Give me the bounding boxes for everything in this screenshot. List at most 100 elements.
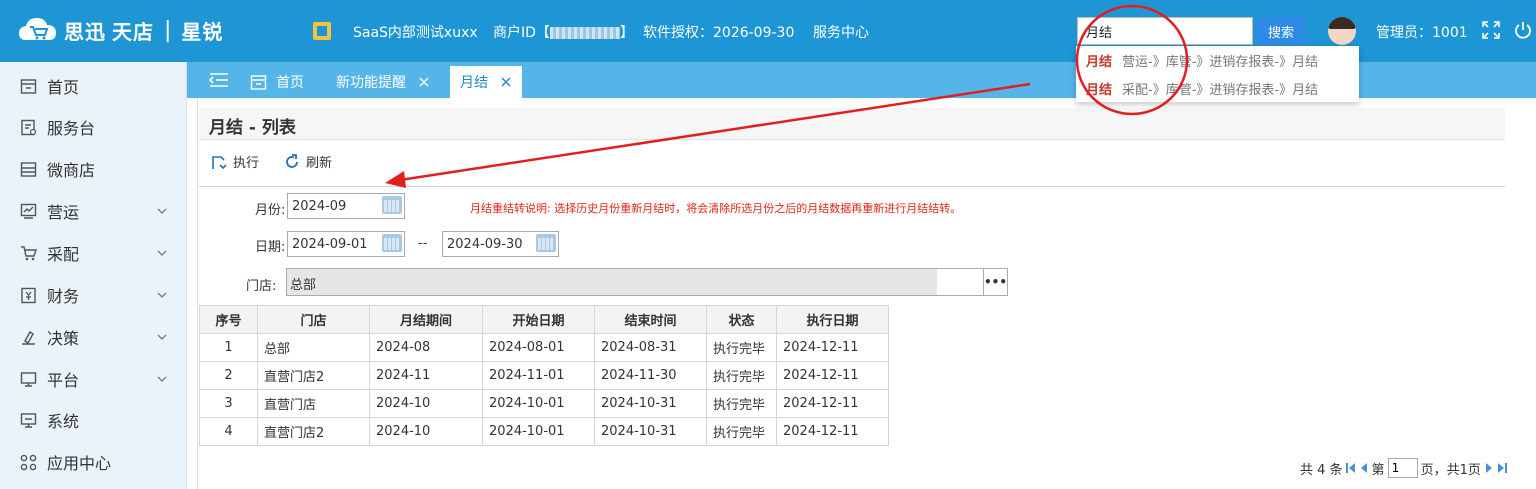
- col-header[interactable]: 结束时间: [594, 305, 707, 334]
- suggestion-key: 月结: [1086, 82, 1113, 98]
- cart-icon: [21, 245, 37, 260]
- refresh-icon: [286, 153, 298, 168]
- cell-start: 2024-08-01: [482, 333, 595, 362]
- page-title: 月结 - 列表: [199, 108, 1505, 140]
- company-name: SaaS内部测试xuxx: [353, 25, 478, 41]
- sidebar-item-system[interactable]: 系统: [0, 399, 187, 441]
- merchant-id-label: 商户ID【: [493, 25, 550, 41]
- menu-search-input[interactable]: [1077, 17, 1253, 45]
- sidebar-item-finance[interactable]: 财务: [0, 274, 187, 316]
- service-center-link[interactable]: 服务中心: [813, 22, 869, 42]
- search-suggestions: 月结 营运-》库管-》进销存报表-》月结 月结 采配-》库管-》进销存报表-》月结: [1076, 46, 1359, 102]
- store-picker-button[interactable]: •••: [983, 269, 1007, 295]
- last-page-icon[interactable]: [1497, 462, 1507, 474]
- col-header[interactable]: 状态: [706, 305, 777, 334]
- table-row[interactable]: 1 总部 2024-08 2024-08-01 2024-08-31 执行完毕 …: [199, 333, 889, 362]
- sidebar-item-purchase[interactable]: 采配: [0, 232, 187, 274]
- sidebar-item-operations[interactable]: 营运: [0, 190, 187, 232]
- search-button[interactable]: 搜索: [1256, 17, 1306, 45]
- tab-label: 首页: [276, 75, 304, 91]
- sidebar-item-decision[interactable]: 决策: [0, 316, 187, 358]
- sidebar-item-label: 采配: [47, 245, 80, 264]
- execute-button[interactable]: 执行: [211, 152, 259, 171]
- brand-sub: 天店: [112, 19, 154, 44]
- cell-end: 2024-10-31: [594, 417, 707, 446]
- sidebar-item-home[interactable]: 首页: [0, 65, 187, 107]
- sidebar-item-shop[interactable]: 微商店: [0, 148, 187, 190]
- calendar-icon[interactable]: [382, 196, 402, 214]
- suggestion-path: 采配-》库管-》进销存报表-》月结: [1122, 82, 1319, 98]
- cell-status: 执行完毕: [706, 417, 777, 446]
- chevron-down-icon: [157, 334, 167, 340]
- tab-month-close[interactable]: 月结: [450, 66, 522, 98]
- merchant-id-masked: [549, 27, 620, 39]
- calendar-icon[interactable]: [536, 234, 556, 252]
- cell-start: 2024-10-01: [482, 417, 595, 446]
- menu-toggle-icon[interactable]: [209, 72, 229, 88]
- date-label: 日期:: [255, 240, 286, 255]
- cell-period: 2024-11: [369, 361, 483, 390]
- sidebar-item-label: 平台: [47, 371, 80, 390]
- store-field[interactable]: 总部 •••: [286, 268, 1008, 296]
- pager-suffix: 页，共1页: [1420, 462, 1481, 478]
- power-icon[interactable]: [1514, 21, 1532, 39]
- prev-page-icon[interactable]: [1359, 462, 1369, 474]
- cell-period: 2024-10: [369, 389, 483, 418]
- table-row[interactable]: 3 直营门店 2024-10 2024-10-01 2024-10-31 执行完…: [199, 389, 889, 418]
- suggestion-item[interactable]: 月结 采配-》库管-》进销存报表-》月结: [1076, 74, 1359, 102]
- col-header[interactable]: 执行日期: [776, 305, 889, 334]
- cell-period: 2024-08: [369, 333, 483, 362]
- sidebar-item-label: 财务: [47, 287, 80, 306]
- admin-user[interactable]: 管理员：1001: [1376, 22, 1468, 42]
- col-header[interactable]: 序号: [199, 305, 258, 334]
- table-header-row: 序号 门店 月结期间 开始日期 结束时间 状态 执行日期: [199, 305, 889, 334]
- cell-store: 总部: [257, 333, 370, 362]
- cell-index: 1: [199, 333, 258, 362]
- first-page-icon[interactable]: [1345, 462, 1356, 474]
- sidebar-item-service-desk[interactable]: 服务台: [0, 106, 187, 148]
- execute-icon: [212, 155, 227, 169]
- chevron-down-icon: [157, 376, 167, 382]
- col-header[interactable]: 月结期间: [369, 305, 483, 334]
- cell-exec-date: 2024-12-11: [776, 417, 889, 446]
- sidebar-item-label: 首页: [47, 78, 80, 97]
- cloud-cart-icon: [19, 18, 56, 40]
- sidebar-item-apps[interactable]: 应用中心: [0, 441, 187, 483]
- cell-status: 执行完毕: [706, 361, 777, 390]
- fullscreen-icon[interactable]: [1482, 21, 1500, 39]
- qr-code-icon[interactable]: [313, 22, 331, 40]
- calendar-icon[interactable]: [382, 234, 402, 252]
- col-header[interactable]: 门店: [257, 305, 370, 334]
- home-icon: [250, 74, 267, 90]
- next-page-icon[interactable]: [1484, 462, 1494, 474]
- brand-name: 思迅: [64, 19, 106, 44]
- pagination: 共 4 条 第 页，共1页: [1300, 458, 1507, 478]
- decision-icon: [22, 330, 35, 345]
- tab-new-features[interactable]: 新功能提醒: [336, 66, 430, 98]
- merchant-id-close: 】: [619, 25, 634, 41]
- avatar[interactable]: [1328, 17, 1356, 45]
- cell-start: 2024-11-01: [482, 361, 595, 390]
- tab-label: 月结: [460, 75, 488, 91]
- suggestion-item[interactable]: 月结 营运-》库管-》进销存报表-》月结: [1076, 46, 1359, 74]
- table-row[interactable]: 2 直营门店2 2024-11 2024-11-01 2024-11-30 执行…: [199, 361, 889, 390]
- cell-store: 直营门店2: [257, 417, 370, 446]
- sidebar-item-platform[interactable]: 平台: [0, 358, 187, 400]
- col-header[interactable]: 开始日期: [482, 305, 595, 334]
- page-number-input[interactable]: [1387, 458, 1418, 478]
- suggestion-key: 月结: [1086, 54, 1113, 70]
- cell-index: 2: [199, 361, 258, 390]
- refresh-button[interactable]: 刷新: [284, 152, 332, 171]
- table-row[interactable]: 4 直营门店2 2024-10 2024-10-01 2024-10-31 执行…: [199, 417, 889, 446]
- close-icon[interactable]: [500, 76, 512, 88]
- brand-divider: |: [164, 17, 172, 43]
- cell-status: 执行完毕: [706, 333, 777, 362]
- store-label: 门店:: [246, 279, 277, 294]
- cell-index: 4: [199, 417, 258, 446]
- tab-label: 新功能提醒: [336, 75, 406, 91]
- tab-home[interactable]: 首页: [250, 66, 304, 98]
- pager-prefix: 第: [1371, 462, 1385, 478]
- brand-logo[interactable]: 思迅 天店 | 星锐: [18, 14, 223, 46]
- close-icon[interactable]: [418, 76, 430, 88]
- toolbar-divider: [199, 186, 1505, 187]
